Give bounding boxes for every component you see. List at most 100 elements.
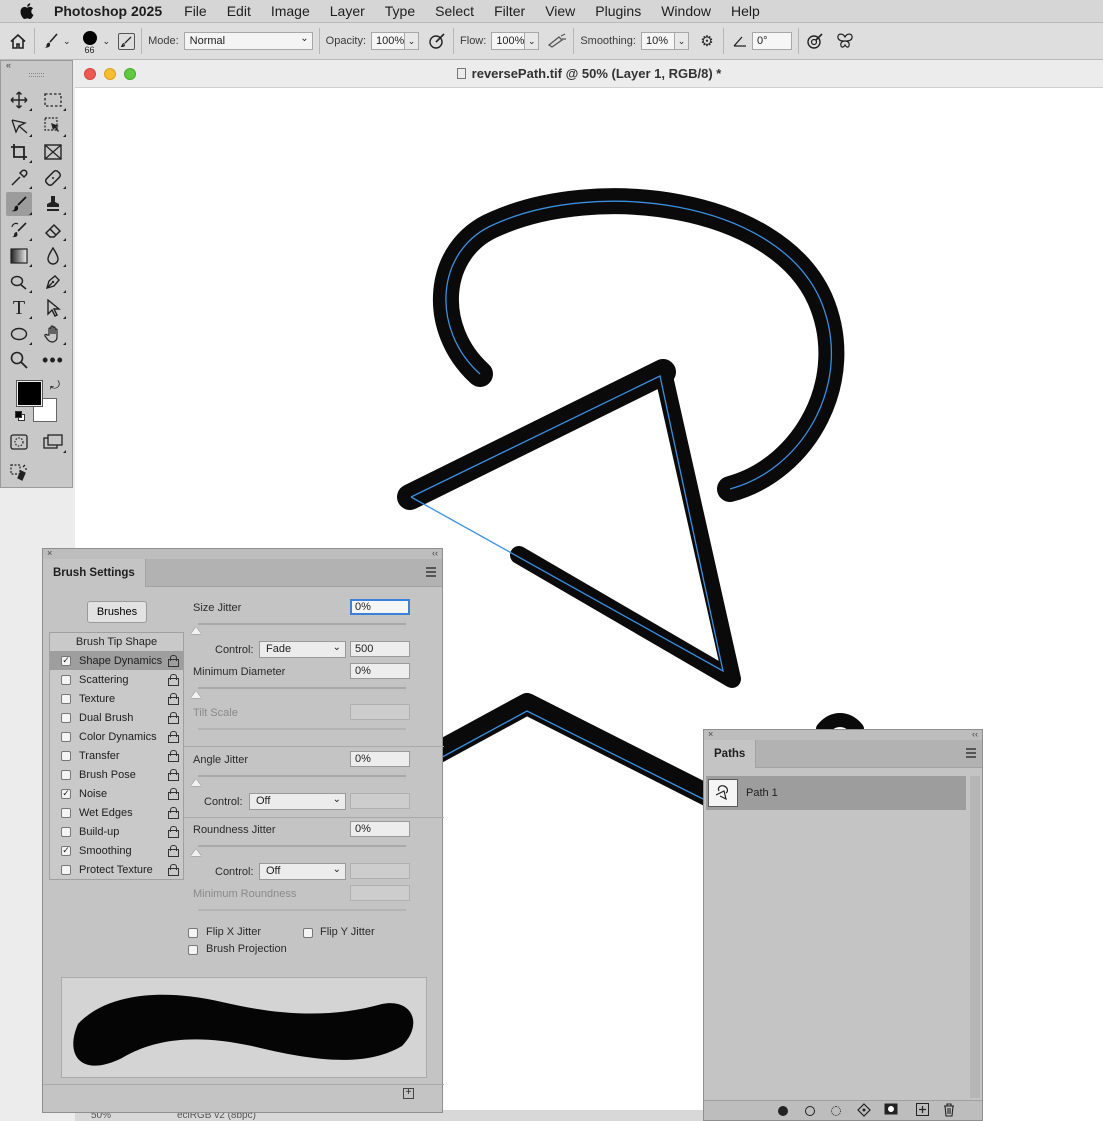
option-texture[interactable]: Texture [50,689,183,708]
hand-tool-icon[interactable] [40,322,66,346]
fill-path-icon[interactable] [778,1106,788,1116]
opacity-input[interactable]: 100% [371,32,406,50]
lock-icon[interactable] [168,864,179,876]
brush-size-picker[interactable]: 66 [82,27,97,55]
history-brush-tool-icon[interactable] [6,218,32,242]
angle-input[interactable]: 0° [751,32,792,50]
brush-projection-checkbox[interactable] [188,945,198,955]
checkbox[interactable] [61,674,71,685]
opacity-dropdown-icon[interactable]: ⌄ [405,32,420,50]
angle-jitter-slider-knob[interactable] [191,779,201,786]
pressure-size-icon[interactable] [805,31,825,51]
checkbox[interactable] [61,750,71,761]
flip-x-checkbox[interactable] [188,928,198,938]
move-tool-icon[interactable] [6,88,32,112]
roundness-jitter-input[interactable]: 0% [350,821,410,837]
checkbox[interactable] [61,826,71,837]
option-noise[interactable]: ✓ Noise [50,784,183,803]
panel-menu-icon[interactable] [966,748,976,758]
paths-scrollbar[interactable] [970,776,980,1098]
apple-menu-icon[interactable] [0,3,54,19]
edit-toolbar-icon[interactable] [6,461,32,485]
checkbox[interactable]: ✓ [61,655,71,666]
panel-menu-icon[interactable] [426,567,436,577]
stroke-path-icon[interactable] [805,1106,815,1116]
flow-dropdown-icon[interactable]: ⌄ [525,32,540,50]
eraser-tool-icon[interactable] [40,218,66,242]
quick-mask-icon[interactable] [6,430,32,454]
menu-image[interactable]: Image [271,3,310,19]
collapse-panel-icon[interactable]: ‹‹ [432,548,438,558]
checkbox[interactable] [61,731,71,742]
more-tools-icon[interactable]: ••• [40,348,66,372]
minimum-diameter-slider-knob[interactable] [191,691,201,698]
lock-icon[interactable] [168,769,179,781]
checkbox[interactable]: ✓ [61,788,71,799]
option-build-up[interactable]: Build-up [50,822,183,841]
healing-brush-tool-icon[interactable] [40,166,66,190]
checkbox[interactable]: ✓ [61,845,71,856]
lock-icon[interactable] [168,731,179,743]
blur-tool-icon[interactable] [40,244,66,268]
swap-colors-icon[interactable]: ⤾ [50,378,60,393]
option-brush-pose[interactable]: Brush Pose [50,765,183,784]
lock-icon[interactable] [168,674,179,686]
fade-steps-input[interactable]: 500 [350,641,410,657]
screen-mode-icon[interactable] [40,430,66,454]
option-protect-texture[interactable]: Protect Texture [50,860,183,879]
marquee-tool-icon[interactable] [40,88,66,112]
brush-tool-preset-icon[interactable] [41,31,61,51]
menu-plugins[interactable]: Plugins [595,3,641,19]
flow-input[interactable]: 100% [491,32,526,50]
brush-picker-chevron-icon[interactable]: ⌄ [103,36,111,47]
preset-chevron-icon[interactable]: ⌄ [63,36,71,47]
size-jitter-slider-knob[interactable] [191,627,201,634]
checkbox[interactable] [61,693,71,704]
lock-icon[interactable] [168,655,179,667]
angle-control-select[interactable]: Off ⌄ [249,793,346,810]
toolbar-grip[interactable] [29,73,44,77]
lock-icon[interactable] [168,826,179,838]
pen-tool-icon[interactable] [40,270,66,294]
menu-file[interactable]: File [184,3,207,19]
gradient-tool-icon[interactable] [6,244,32,268]
panel-title-strip[interactable]: × ‹‹ [704,729,982,740]
lock-icon[interactable] [168,693,179,705]
option-scattering[interactable]: Scattering [50,670,183,689]
lasso-tool-icon[interactable] [6,114,32,138]
brushes-button[interactable]: Brushes [87,601,147,623]
option-smoothing[interactable]: ✓ Smoothing [50,841,183,860]
angle-jitter-input[interactable]: 0% [350,751,410,767]
menu-layer[interactable]: Layer [330,3,365,19]
trash-icon[interactable] [943,1103,955,1120]
path-selection-tool-icon[interactable] [40,296,66,320]
zoom-tool-icon[interactable] [6,348,32,372]
clone-stamp-tool-icon[interactable] [40,192,66,216]
lock-icon[interactable] [168,807,179,819]
option-wet-edges[interactable]: Wet Edges [50,803,183,822]
option-color-dynamics[interactable]: Color Dynamics [50,727,183,746]
path-list-item[interactable]: Path 1 [706,776,966,810]
roundness-control-select[interactable]: Off ⌄ [259,863,346,880]
pressure-opacity-icon[interactable] [427,31,447,51]
tab-brush-settings[interactable]: Brush Settings [43,559,146,587]
dodge-tool-icon[interactable] [6,270,32,294]
tab-paths[interactable]: Paths [704,740,757,768]
size-jitter-slider[interactable] [198,623,406,625]
lock-icon[interactable] [168,845,179,857]
load-path-as-selection-icon[interactable] [831,1106,841,1116]
checkbox[interactable] [61,807,71,818]
panel-title-strip[interactable]: × ‹‹ [43,548,442,559]
angle-jitter-slider[interactable] [198,775,406,777]
frame-tool-icon[interactable] [40,140,66,164]
menu-window[interactable]: Window [661,3,711,19]
add-mask-icon[interactable] [884,1103,898,1118]
create-new-brush-icon[interactable]: + [403,1088,414,1099]
object-selection-tool-icon[interactable] [40,114,66,138]
airbrush-icon[interactable] [547,31,567,51]
ellipse-tool-icon[interactable] [6,322,32,346]
size-control-select[interactable]: Fade ⌄ [259,641,346,658]
close-panel-icon[interactable]: × [47,548,52,558]
checkbox[interactable] [61,864,71,875]
brush-tool-icon[interactable] [6,192,32,216]
